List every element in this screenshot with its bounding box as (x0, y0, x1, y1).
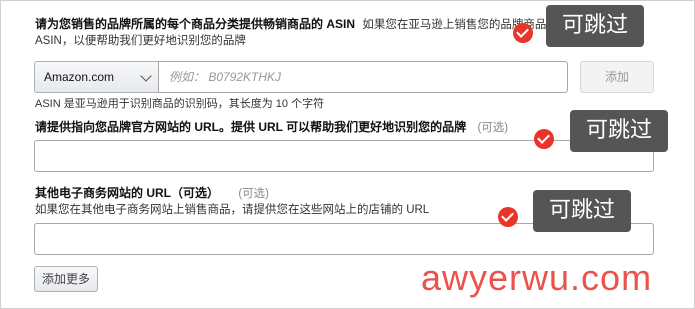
asin-input[interactable]: 例如： B0792KTHKJ (158, 61, 568, 93)
website-question-text: 请提供指向您品牌官方网站的 URL。提供 URL 可以帮助我们更好地识别您的品牌 (35, 120, 467, 134)
skippable-badge-2: 可跳过 (570, 110, 668, 152)
chevron-down-icon (140, 70, 152, 82)
ecommerce-question-label: 其他电子商务网站的 URL（可选） (可选) (35, 185, 269, 202)
skippable-badge-1: 可跳过 (546, 5, 644, 47)
add-more-button[interactable]: 添加更多 (34, 266, 98, 292)
website-question-label: 请提供指向您品牌官方网站的 URL。提供 URL 可以帮助我们更好地识别您的品牌… (35, 119, 508, 136)
asin-input-placeholder: 例如： B0792KTHKJ (169, 70, 282, 84)
asin-hint: ASIN 是亚马逊用于识别商品的识别码，其长度为 10 个字符 (35, 98, 325, 110)
marketplace-select[interactable]: Amazon.com (34, 61, 158, 93)
watermark: awyerwu.com (421, 257, 653, 298)
check-icon (534, 129, 554, 149)
asin-question-text: 请为您销售的品牌所属的每个商品分类提供畅销商品的 ASIN (35, 17, 356, 31)
ecommerce-question-text: 其他电子商务网站的 URL（可选） (35, 186, 219, 200)
brand-website-url-input[interactable] (34, 140, 654, 172)
ecommerce-optional-tag: (可选) (238, 188, 270, 200)
add-asin-button[interactable]: 添加 (580, 61, 654, 93)
ecommerce-question-note: 如果您在其他电子商务网站上销售商品，请提供您在这些网站上的店铺的 URL (35, 204, 430, 216)
asin-question-label: 请为您销售的品牌所属的每个商品分类提供畅销商品的 ASIN 如果您在亚马逊上销售… (35, 16, 546, 33)
website-optional-tag: (可选) (477, 122, 509, 134)
brand-registry-form: 请为您销售的品牌所属的每个商品分类提供畅销商品的 ASIN 如果您在亚马逊上销售… (0, 0, 695, 309)
check-icon (498, 207, 518, 227)
skippable-badge-3: 可跳过 (533, 190, 631, 232)
check-icon (513, 23, 533, 43)
marketplace-select-value: Amazon.com (44, 70, 115, 84)
asin-question-note-line2: ASIN，以便帮助我们更好地识别您的品牌 (35, 35, 246, 47)
